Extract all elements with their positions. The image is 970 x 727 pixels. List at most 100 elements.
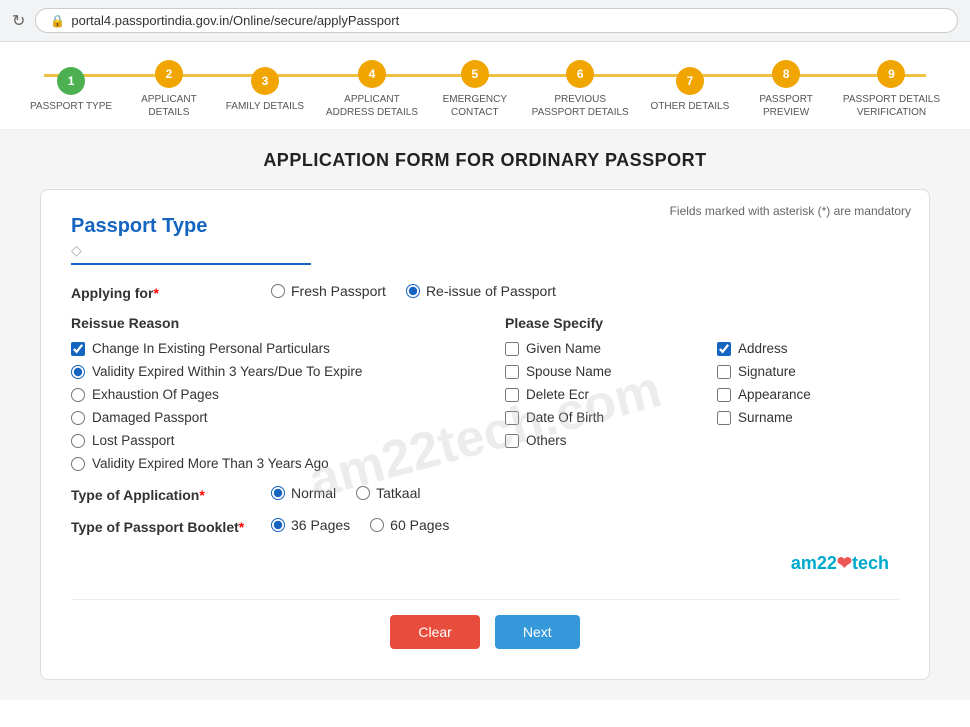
specify-signature-checkbox[interactable] — [717, 365, 731, 379]
step-circle-4: 4 — [358, 60, 386, 88]
specify-others[interactable]: Others — [505, 433, 687, 448]
tatkaal-option[interactable]: Tatkaal — [356, 485, 420, 501]
type-of-booklet-row: Type of Passport Booklet* 36 Pages 60 Pa… — [71, 517, 899, 535]
reissue-left: Reissue Reason Change In Existing Person… — [71, 315, 465, 471]
36pages-radio[interactable] — [271, 518, 285, 532]
brand-tech: tech — [852, 553, 889, 573]
lock-icon: 🔒 — [50, 14, 65, 28]
step-circle-8: 8 — [772, 60, 800, 88]
step-label-7: OTHER DETAILS — [651, 100, 730, 113]
reason-validity-3-radio[interactable] — [71, 365, 85, 379]
step-circle-9: 9 — [877, 60, 905, 88]
reissue-reason-list: Change In Existing Personal Particulars … — [71, 341, 465, 471]
normal-option[interactable]: Normal — [271, 485, 336, 501]
step-label-1: PASSPORT TYPE — [30, 100, 112, 113]
specify-surname-checkbox[interactable] — [717, 411, 731, 425]
type-of-application-label: Type of Application* — [71, 485, 271, 503]
step-3[interactable]: 3 FAMILY DETAILS — [226, 67, 304, 113]
step-1[interactable]: 1 PASSPORT TYPE — [30, 67, 112, 113]
section-divider — [71, 263, 311, 265]
reissue-passport-radio[interactable] — [406, 284, 420, 298]
clear-button[interactable]: Clear — [390, 615, 479, 649]
specify-appearance[interactable]: Appearance — [717, 387, 899, 402]
next-button[interactable]: Next — [495, 615, 580, 649]
step-circle-1: 1 — [57, 67, 85, 95]
specify-spouse-name-checkbox[interactable] — [505, 365, 519, 379]
reason-change-personal[interactable]: Change In Existing Personal Particulars — [71, 341, 465, 356]
applying-for-label: Applying for* — [71, 283, 271, 301]
step-circle-2: 2 — [155, 60, 183, 88]
specify-address[interactable]: Address — [717, 341, 899, 356]
specify-surname[interactable]: Surname — [717, 410, 899, 425]
60pages-radio[interactable] — [370, 518, 384, 532]
36pages-option[interactable]: 36 Pages — [271, 517, 350, 533]
reissue-right: Please Specify Given Name Address Spo — [505, 315, 899, 471]
progress-steps: 1 PASSPORT TYPE 2 APPLICANTDETAILS 3 FAM… — [30, 60, 940, 119]
normal-radio[interactable] — [271, 486, 285, 500]
branding: am22❤tech — [71, 549, 899, 574]
button-row: Clear Next — [71, 599, 899, 649]
reason-validity-expired-3[interactable]: Validity Expired Within 3 Years/Due To E… — [71, 364, 465, 379]
reason-damaged[interactable]: Damaged Passport — [71, 410, 465, 425]
tatkaal-radio[interactable] — [356, 486, 370, 500]
step-8[interactable]: 8 PASSPORTPREVIEW — [751, 60, 821, 119]
step-6[interactable]: 6 PREVIOUSPASSPORT DETAILS — [532, 60, 629, 119]
reason-exhaustion-radio[interactable] — [71, 388, 85, 402]
step-label-5: EMERGENCYCONTACT — [443, 93, 507, 119]
reason-damaged-radio[interactable] — [71, 411, 85, 425]
fresh-passport-radio[interactable] — [271, 284, 285, 298]
specify-signature[interactable]: Signature — [717, 364, 899, 379]
reissue-passport-option[interactable]: Re-issue of Passport — [406, 283, 556, 299]
section-diamond-icon: ◇ — [71, 242, 899, 259]
step-circle-7: 7 — [676, 67, 704, 95]
specify-appearance-checkbox[interactable] — [717, 388, 731, 402]
type-of-application-controls: Normal Tatkaal — [271, 485, 899, 501]
step-label-4: APPLICANTADDRESS DETAILS — [326, 93, 418, 119]
url-text: portal4.passportindia.gov.in/Online/secu… — [71, 13, 399, 28]
form-card: am22tech.com Fields marked with asterisk… — [40, 189, 930, 680]
main-content: APPLICATION FORM FOR ORDINARY PASSPORT a… — [0, 130, 970, 700]
reason-validity-more-radio[interactable] — [71, 457, 85, 471]
step-2[interactable]: 2 APPLICANTDETAILS — [134, 60, 204, 119]
step-9[interactable]: 9 PASSPORT DETAILSVERIFICATION — [843, 60, 940, 119]
step-label-8: PASSPORTPREVIEW — [759, 93, 813, 119]
specify-spouse-name[interactable]: Spouse Name — [505, 364, 687, 379]
step-7[interactable]: 7 OTHER DETAILS — [651, 67, 730, 113]
step-label-3: FAMILY DETAILS — [226, 100, 304, 113]
reason-change-personal-checkbox[interactable] — [71, 342, 85, 356]
applying-for-row: Applying for* Fresh Passport Re-issue of… — [71, 283, 899, 301]
specify-others-checkbox[interactable] — [505, 434, 519, 448]
specify-address-checkbox[interactable] — [717, 342, 731, 356]
specify-given-name-checkbox[interactable] — [505, 342, 519, 356]
specify-delete-ecr-checkbox[interactable] — [505, 388, 519, 402]
specify-dob-checkbox[interactable] — [505, 411, 519, 425]
step-5[interactable]: 5 EMERGENCYCONTACT — [440, 60, 510, 119]
form-section-title: Passport Type — [71, 215, 899, 238]
reason-validity-expired-more[interactable]: Validity Expired More Than 3 Years Ago — [71, 456, 465, 471]
brand-heart-icon: ❤ — [837, 553, 852, 573]
specify-date-of-birth[interactable]: Date Of Birth — [505, 410, 687, 425]
step-label-9: PASSPORT DETAILSVERIFICATION — [843, 93, 940, 119]
reason-lost-radio[interactable] — [71, 434, 85, 448]
type-of-application-row: Type of Application* Normal Tatkaal — [71, 485, 899, 503]
step-4[interactable]: 4 APPLICANTADDRESS DETAILS — [326, 60, 418, 119]
step-circle-3: 3 — [251, 67, 279, 95]
brand-am: am22 — [791, 553, 837, 573]
reason-lost[interactable]: Lost Passport — [71, 433, 465, 448]
refresh-icon[interactable]: ↻ — [12, 11, 25, 31]
reissue-reason-title: Reissue Reason — [71, 315, 465, 331]
step-circle-6: 6 — [566, 60, 594, 88]
url-bar[interactable]: 🔒 portal4.passportindia.gov.in/Online/se… — [35, 8, 958, 33]
fresh-passport-option[interactable]: Fresh Passport — [271, 283, 386, 299]
specify-delete-ecr[interactable]: Delete Ecr — [505, 387, 687, 402]
specify-given-name[interactable]: Given Name — [505, 341, 687, 356]
mandatory-note: Fields marked with asterisk (*) are mand… — [670, 204, 911, 218]
60pages-option[interactable]: 60 Pages — [370, 517, 449, 533]
page-wrapper: 1 PASSPORT TYPE 2 APPLICANTDETAILS 3 FAM… — [0, 42, 970, 727]
please-specify-grid: Given Name Address Spouse Name Sign — [505, 341, 899, 448]
reason-exhaustion[interactable]: Exhaustion Of Pages — [71, 387, 465, 402]
reissue-section: Reissue Reason Change In Existing Person… — [71, 315, 899, 471]
progress-bar: 1 PASSPORT TYPE 2 APPLICANTDETAILS 3 FAM… — [0, 42, 970, 130]
step-label-2: APPLICANTDETAILS — [141, 93, 197, 119]
browser-bar: ↻ 🔒 portal4.passportindia.gov.in/Online/… — [0, 0, 970, 42]
